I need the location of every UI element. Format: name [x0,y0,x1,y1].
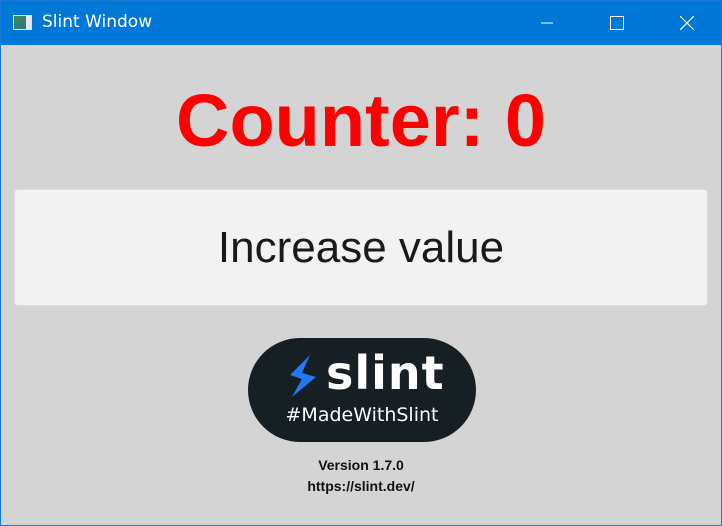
minimize-icon [541,22,553,24]
minimize-button[interactable] [524,1,570,45]
made-with-slint-badge[interactable]: slint #MadeWithSlint [248,338,476,442]
close-icon [680,16,694,30]
website-link[interactable]: https://slint.dev/ [1,478,721,494]
counter-label: Counter: 0 [176,79,546,162]
increase-value-button[interactable]: Increase value [14,189,708,306]
version-label: Version 1.7.0 [318,457,404,473]
app-icon [13,15,32,30]
maximize-button[interactable] [594,1,640,45]
close-button[interactable] [664,1,710,45]
window-title: Slint Window [42,12,153,32]
slint-logo-icon [290,355,316,397]
app-window: Slint Window Counter: 0 Increase value s… [0,0,722,526]
title-bar[interactable]: Slint Window [1,1,721,45]
slint-logo-text: slint [326,346,445,400]
maximize-icon [610,16,624,30]
badge-tagline: #MadeWithSlint [285,404,439,426]
